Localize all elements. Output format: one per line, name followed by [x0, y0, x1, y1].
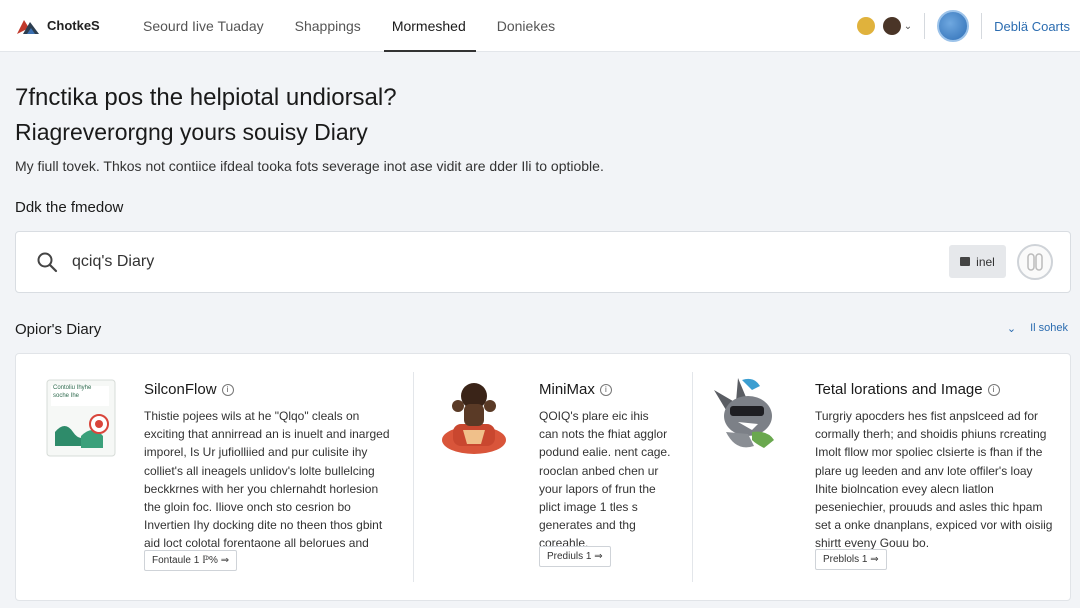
logo-icon [17, 19, 39, 34]
account-link[interactable]: Deblä Coarts [994, 19, 1070, 34]
card-title[interactable]: Tetal lorations and Image i [815, 381, 1000, 398]
search-button-label: inel [976, 254, 995, 269]
info-icon[interactable]: i [599, 384, 612, 397]
show-more-link[interactable]: Il sohek [1030, 322, 1068, 335]
card-thumbnail [433, 374, 515, 456]
card-action-chip[interactable]: Fontaule 1 ℙ% ⇒ [144, 550, 238, 571]
card-title-text[interactable]: SilconFlow [144, 381, 217, 398]
page-description: My fiull tovek. Thkos not contiice ifdea… [15, 158, 604, 174]
result-card[interactable]: Contoliu Ihyhe soche Ihe SilconFlow i Thi… [16, 354, 413, 602]
card-title[interactable]: MiniMax i [539, 381, 612, 398]
chevron-down-icon[interactable]: ⌄ [1007, 322, 1016, 335]
result-card[interactable]: Tetal lorations and Image i Turgriy apocd… [692, 354, 1072, 602]
header-divider [981, 13, 983, 39]
header-actions: ⌄ Deblä Coarts [856, 0, 1080, 52]
search-section-label: Ddk the fmedow [15, 199, 124, 216]
toggle-glyph-icon [1027, 253, 1043, 271]
page-title: 7fnctika pos the helpiotal undiorsal? [15, 84, 397, 111]
card-description: Thistie pojees wils at he "Qlqo" cleals … [144, 409, 390, 569]
list-title: Opior's Diary [15, 321, 102, 338]
page-subtitle: Riagreverorgng yours souisy Diary [15, 119, 368, 145]
chevron-down-icon[interactable]: ⌄ [904, 21, 912, 32]
info-icon[interactable]: i [987, 384, 1000, 397]
result-card[interactable]: MiniMax i QOIQ's plare eic ihis can nots … [413, 354, 692, 602]
card-title-text[interactable]: Tetal lorations and Image [815, 381, 983, 398]
card-thumbnail: Contoliu Ihyhe soche Ihe [41, 376, 123, 458]
status-emoji-icon[interactable] [856, 17, 875, 35]
nav-item-4[interactable]: Doniekes [497, 0, 555, 52]
nav-item-3-active[interactable]: Mormeshed [383, 0, 476, 52]
nav-item-1[interactable]: Seourd Iive Tuaday [143, 0, 264, 52]
card-action-chip[interactable]: Preblols 1 ⇒ [815, 549, 887, 570]
user-avatar-icon[interactable] [882, 17, 901, 35]
top-navigation-bar: ChotkeS Seourd Iive Tuaday Shappings Mor… [0, 0, 1080, 52]
button-icon [960, 257, 971, 266]
search-submit-button[interactable]: inel [949, 245, 1006, 278]
brand-name: ChotkeS [47, 18, 100, 33]
search-input[interactable] [72, 253, 892, 271]
brand-logo[interactable]: ChotkeS [15, 16, 125, 36]
card-title[interactable]: SilconFlow i [144, 381, 234, 398]
header-divider [924, 13, 926, 39]
results-panel: Contoliu Ihyhe soche Ihe SilconFlow i Thi… [15, 353, 1071, 601]
main-nav: Seourd Iive Tuaday Shappings Mormeshed D… [143, 0, 586, 52]
toggle-icon[interactable] [1017, 244, 1053, 280]
thumbnail-caption: Contoliu Ihyhe soche Ihe [53, 385, 92, 399]
globe-icon[interactable] [937, 10, 970, 42]
card-action-chip[interactable]: Prediuls 1 ⇒ [539, 546, 611, 567]
card-thumbnail [708, 374, 790, 456]
search-bar: inel [15, 231, 1071, 293]
card-description: QOIQ's plare eic ihis can nots the fhiat… [539, 409, 671, 551]
search-icon [37, 252, 58, 273]
card-title-text[interactable]: MiniMax [539, 381, 595, 398]
card-description: Turgriy apocders hes fist anpslceed ad f… [815, 409, 1053, 551]
list-more[interactable]: ⌄ Il sohek [1007, 322, 1068, 335]
info-icon[interactable]: i [221, 384, 234, 397]
nav-item-2[interactable]: Shappings [295, 0, 361, 52]
